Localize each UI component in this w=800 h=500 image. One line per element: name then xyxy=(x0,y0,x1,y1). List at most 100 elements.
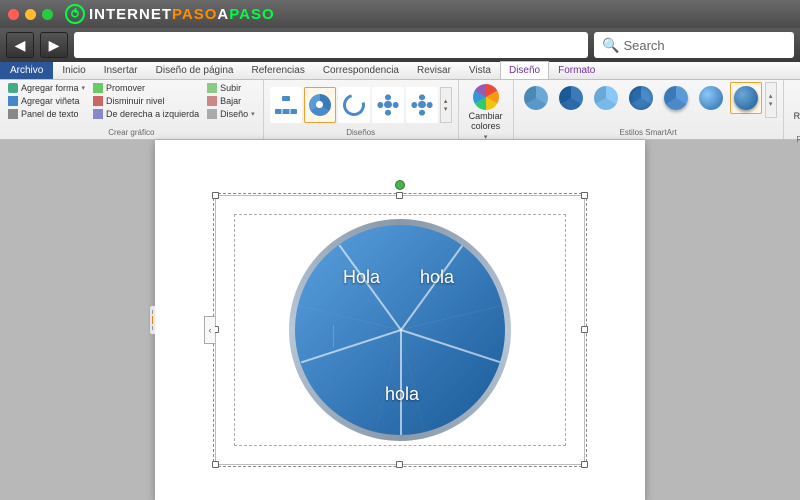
style-option-6[interactable] xyxy=(695,82,727,114)
tab-revisar[interactable]: Revisar xyxy=(408,61,460,79)
smartart-cycle-pie[interactable]: hola hola Hola xyxy=(295,225,505,435)
style4-icon xyxy=(629,86,653,110)
document-page[interactable]: ‹ hola xyxy=(155,140,645,500)
cycle-icon xyxy=(339,89,369,119)
search-icon: 🔍 xyxy=(602,37,619,54)
segment-label-1[interactable]: hola xyxy=(420,267,454,288)
text-pane-toggle[interactable]: ‹ xyxy=(204,316,215,344)
ribbon-group-reset: Restablecer gráfico Restablecer xyxy=(784,80,800,139)
demote-button[interactable]: Disminuir nivel xyxy=(91,95,201,107)
logo-text-3: A xyxy=(217,6,229,23)
change-colors-button[interactable]: Cambiar colores▾ xyxy=(465,82,507,143)
resize-handle-br[interactable] xyxy=(581,461,588,468)
tab-correspondencia[interactable]: Correspondencia xyxy=(314,61,408,79)
resize-handle-r[interactable] xyxy=(581,326,588,333)
radial2-icon xyxy=(411,94,433,116)
resize-handle-t[interactable] xyxy=(396,192,403,199)
style1-icon xyxy=(524,86,548,110)
window-titlebar: ⥀ INTERNETPASOAPASO xyxy=(0,0,800,28)
arrow-down-icon xyxy=(207,96,217,106)
shape-icon xyxy=(8,83,18,93)
close-window-icon[interactable] xyxy=(8,9,19,20)
url-input[interactable] xyxy=(74,32,588,58)
layout-button[interactable]: Diseño▾ xyxy=(205,108,257,120)
logo-icon: ⥀ xyxy=(65,4,85,24)
layouts-more-button[interactable]: ▴▾ xyxy=(440,87,452,123)
logo-text-2: PASO xyxy=(172,6,217,23)
back-button[interactable]: ◀ xyxy=(6,32,34,58)
style-option-7[interactable] xyxy=(730,82,762,114)
group-label-create: Crear gráfico xyxy=(6,127,257,137)
tab-diseno[interactable]: Diseño xyxy=(500,61,549,79)
rotate-handle[interactable] xyxy=(395,180,405,190)
tab-inicio[interactable]: Inicio xyxy=(53,61,94,79)
color-wheel-icon xyxy=(473,84,499,110)
panel-icon xyxy=(8,109,18,119)
layout-option-pie[interactable] xyxy=(304,87,336,123)
ribbon-group-layouts: ▴▾ Diseños xyxy=(264,80,459,139)
minimize-window-icon[interactable] xyxy=(25,9,36,20)
bullet-icon xyxy=(8,96,18,106)
ruler-handle[interactable] xyxy=(149,305,155,335)
hierarchy-icon xyxy=(275,94,297,116)
styles-more-button[interactable]: ▴▾ xyxy=(765,82,777,118)
ribbon-group-create: Agregar forma▾ Agregar viñeta Panel de t… xyxy=(0,80,264,139)
move-up-button[interactable]: Subir xyxy=(205,82,257,94)
style-option-4[interactable] xyxy=(625,82,657,114)
add-shape-button[interactable]: Agregar forma▾ xyxy=(6,82,87,94)
group-label-layouts: Diseños xyxy=(270,127,452,137)
smartart-frame[interactable]: ‹ hola xyxy=(215,195,585,465)
style-option-5[interactable] xyxy=(660,82,692,114)
pie-divider xyxy=(400,330,402,435)
group-label-styles: Estilos SmartArt xyxy=(520,127,777,137)
reset-graphic-button[interactable]: Restablecer gráfico xyxy=(790,82,800,134)
word-app: Archivo Inicio Insertar Diseño de página… xyxy=(0,62,800,500)
file-tab[interactable]: Archivo xyxy=(0,62,53,79)
document-canvas: ‹ hola xyxy=(0,140,800,500)
style-option-2[interactable] xyxy=(555,82,587,114)
tab-vista[interactable]: Vista xyxy=(460,61,500,79)
logo-text-4: PASO xyxy=(229,6,274,23)
style-option-3[interactable] xyxy=(590,82,622,114)
arrow-up-icon xyxy=(207,83,217,93)
add-bullet-button[interactable]: Agregar viñeta xyxy=(6,95,87,107)
style-option-1[interactable] xyxy=(520,82,552,114)
style3-icon xyxy=(594,86,618,110)
style2-icon xyxy=(559,86,583,110)
segment-label-5[interactable]: Hola xyxy=(343,267,380,288)
layout-option-cycle[interactable] xyxy=(338,87,370,123)
forward-button[interactable]: ▶ xyxy=(40,32,68,58)
style7-icon xyxy=(734,86,758,110)
tab-formato[interactable]: Formato xyxy=(549,61,604,79)
layout-option-hierarchy[interactable] xyxy=(270,87,302,123)
layout-option-radial2[interactable] xyxy=(406,87,438,123)
resize-handle-tr[interactable] xyxy=(581,192,588,199)
logo-text-1: INTERNET xyxy=(89,6,172,23)
maximize-window-icon[interactable] xyxy=(42,9,53,20)
text-panel-button[interactable]: Panel de texto xyxy=(6,108,87,120)
tab-insertar[interactable]: Insertar xyxy=(95,61,147,79)
tab-diseno-pagina[interactable]: Diseño de página xyxy=(147,61,243,79)
resize-handle-b[interactable] xyxy=(396,461,403,468)
promote-icon xyxy=(93,83,103,93)
site-logo: ⥀ INTERNETPASOAPASO xyxy=(65,4,275,24)
ribbon: Agregar forma▾ Agregar viñeta Panel de t… xyxy=(0,80,800,140)
text-cursor xyxy=(333,325,334,347)
resize-handle-bl[interactable] xyxy=(212,461,219,468)
promote-button[interactable]: Promover xyxy=(91,82,201,94)
ribbon-tabs: Archivo Inicio Insertar Diseño de página… xyxy=(0,62,800,80)
search-placeholder: Search xyxy=(623,38,664,53)
move-down-button[interactable]: Bajar xyxy=(205,95,257,107)
layout-option-radial[interactable] xyxy=(372,87,404,123)
segment-label-3[interactable]: hola xyxy=(385,384,419,405)
search-input[interactable]: 🔍 Search xyxy=(594,32,794,58)
tab-referencias[interactable]: Referencias xyxy=(242,61,313,79)
resize-handle-tl[interactable] xyxy=(212,192,219,199)
style5-icon xyxy=(664,86,688,110)
ribbon-group-styles: ▴▾ Estilos SmartArt xyxy=(514,80,784,139)
rtl-button[interactable]: De derecha a izquierda xyxy=(91,108,201,120)
pie-icon xyxy=(309,94,331,116)
demote-icon xyxy=(93,96,103,106)
rtl-icon xyxy=(93,109,103,119)
browser-navbar: ◀ ▶ 🔍 Search xyxy=(0,28,800,62)
